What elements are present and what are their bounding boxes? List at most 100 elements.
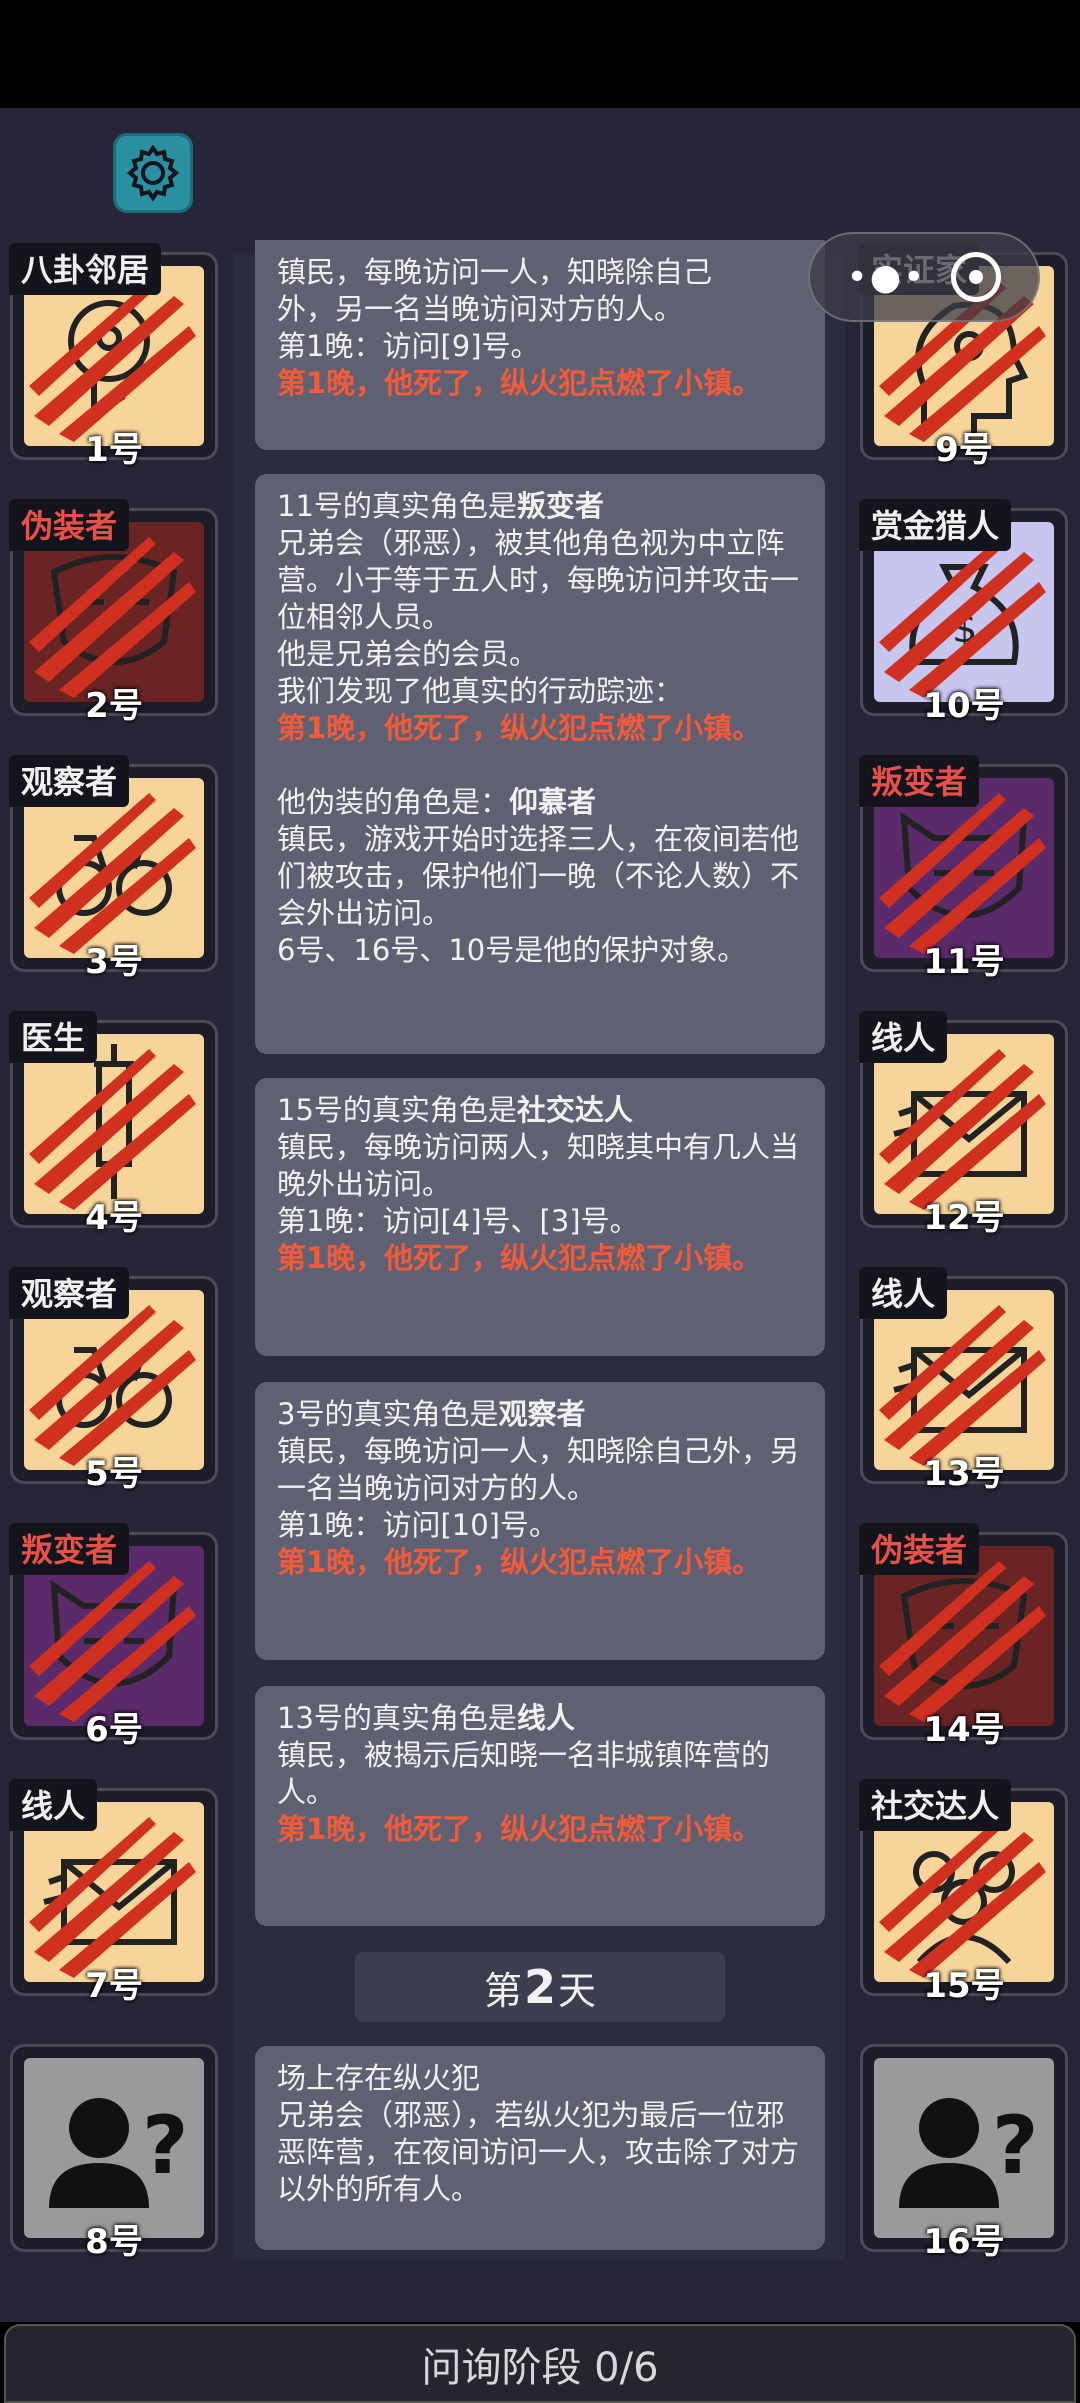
log-heading-role: 仰慕者 xyxy=(509,785,597,819)
role-label: 观察者 xyxy=(9,1267,130,1319)
log-message: 15号的真实角色是社交达人 镇民，每晚访问两人，知晓其中有几人当晚外出访问。 第… xyxy=(255,1078,825,1356)
player-portrait: ? xyxy=(24,2058,204,2238)
role-label: 叛变者 xyxy=(9,1523,130,1575)
player-number: 2号 xyxy=(85,686,143,726)
player-card-4[interactable]: 医生 4号 xyxy=(9,1011,218,1238)
log-heading-role: 线人 xyxy=(516,1701,575,1735)
player-card-16[interactable]: ? 16号 xyxy=(860,2044,1068,2262)
log-text: 镇民，游戏开始时选择三人，在夜间若他们被攻击，保护他们一晚（不论人数）不会外出访… xyxy=(277,822,800,930)
player-card-15[interactable]: 社交达人 15号 xyxy=(859,1779,1068,2006)
player-card-8[interactable]: ? 8号 xyxy=(10,2044,218,2262)
player-card-11[interactable]: 叛变者 11号 xyxy=(859,755,1068,982)
player-card-1[interactable]: 八卦邻居 1号 xyxy=(9,243,218,470)
player-number: 7号 xyxy=(85,1966,143,2006)
player-number: 12号 xyxy=(923,1198,1005,1238)
log-heading: 15号的真实角色是社交达人 xyxy=(277,1092,803,1129)
role-label: 线人 xyxy=(9,1779,98,1831)
player-card-12[interactable]: 线人 12号 xyxy=(859,1011,1068,1238)
gear-icon xyxy=(126,144,180,202)
log-heading-prefix: 3号的真实角色是 xyxy=(277,1397,499,1431)
player-number: 5号 xyxy=(85,1454,143,1494)
log-death-text: 第1晚，他死了，纵火犯点燃了小镇。 xyxy=(277,1241,762,1275)
log-text: 他是兄弟会的会员。 xyxy=(277,637,539,671)
player-number: 10号 xyxy=(923,686,1005,726)
settings-button[interactable] xyxy=(113,133,193,213)
role-label: 医生 xyxy=(9,1011,98,1063)
role-label: 社交达人 xyxy=(859,1779,1012,1831)
role-label: 线人 xyxy=(859,1267,948,1319)
log-heading: 3号的真实角色是观察者 xyxy=(277,1396,803,1433)
log-text: 6号、16号、10号是他的保护对象。 xyxy=(277,933,747,967)
player-number: 3号 xyxy=(85,942,143,982)
day-suffix: 天 xyxy=(558,1968,597,2013)
player-card-6[interactable]: 叛变者 6号 xyxy=(9,1523,218,1750)
player-number: 6号 xyxy=(85,1710,143,1750)
svg-text:?: ? xyxy=(142,2099,188,2192)
log-text: 场上存在纵火犯 xyxy=(277,2061,481,2095)
day-divider: 第2天 xyxy=(355,1952,725,2022)
player-number: 15号 xyxy=(923,1966,1005,2006)
unknown-person-icon: ? xyxy=(899,2098,1038,2208)
player-number: 8号 xyxy=(85,2222,143,2262)
player-card-13[interactable]: 线人 13号 xyxy=(859,1267,1068,1494)
player-number: 13号 xyxy=(923,1454,1005,1494)
status-bar xyxy=(0,0,1080,108)
player-number: 14号 xyxy=(923,1710,1005,1750)
log-message: 11号的真实角色是叛变者 兄弟会（邪恶），被其他角色视为中立阵营。小于等于五人时… xyxy=(255,474,825,1054)
player-card-7[interactable]: 线人 7号 xyxy=(9,1779,218,2006)
player-card-3[interactable]: 观察者 3号 xyxy=(9,755,218,982)
log-text: 镇民，每晚访问一人，知晓除自己 xyxy=(277,255,713,289)
log-heading: 13号的真实角色是线人 xyxy=(277,1700,803,1737)
role-label: 伪装者 xyxy=(9,499,130,551)
log-text: 外，另一名当晚访问对方的人。 xyxy=(277,292,684,326)
log-death-text: 第1晚，他死了，纵火犯点燃了小镇。 xyxy=(277,1545,762,1579)
svg-text:?: ? xyxy=(992,2099,1038,2192)
role-label: 观察者 xyxy=(9,755,130,807)
player-number: 4号 xyxy=(85,1198,143,1238)
log-message: 3号的真实角色是观察者 镇民，每晚访问一人，知晓除自己外，另一名当晚访问对方的人… xyxy=(255,1382,825,1660)
phase-indicator: 问询阶段 0/6 xyxy=(4,2324,1076,2403)
log-text: 我们发现了他真实的行动踪迹： xyxy=(277,674,684,708)
player-number: 1号 xyxy=(85,430,143,470)
day-prefix: 第 xyxy=(483,1968,522,2013)
player-number: 9号 xyxy=(935,430,993,470)
role-label: 赏金猎人 xyxy=(859,499,1012,551)
role-label: 八卦邻居 xyxy=(9,243,162,295)
player-portrait: ? xyxy=(874,2058,1054,2238)
player-card-5[interactable]: 观察者 5号 xyxy=(9,1267,218,1494)
log-heading: 他伪装的角色是：仰慕者 xyxy=(277,784,803,821)
log-heading: 11号的真实角色是叛变者 xyxy=(277,488,803,525)
log-message: 13号的真实角色是线人 镇民，被揭示后知晓一名非城镇阵营的人。 第1晚，他死了，… xyxy=(255,1686,825,1926)
log-death-text: 第1晚，他死了，纵火犯点燃了小镇。 xyxy=(277,1812,762,1846)
log-death-text: 第1晚，他死了，纵火犯点燃了小镇。 xyxy=(277,711,762,745)
log-death-text: 第1晚，他死了，纵火犯点燃了小镇。 xyxy=(277,366,762,400)
log-heading-prefix: 15号的真实角色是 xyxy=(277,1093,517,1127)
day-number: 2 xyxy=(523,1960,556,2014)
role-label: 叛变者 xyxy=(859,755,980,807)
log-text: 镇民，每晚访问一人，知晓除自己外，另一名当晚访问对方的人。 xyxy=(277,1434,800,1505)
mini-program-capsule[interactable]: •●• xyxy=(808,232,1040,322)
log-text: 第1晚：访问[4]号、[3]号。 xyxy=(277,1204,639,1238)
log-heading-prefix: 他伪装的角色是： xyxy=(277,785,510,819)
player-card-2[interactable]: 伪装者 2号 xyxy=(9,499,218,726)
target-close-icon[interactable] xyxy=(951,252,1002,302)
log-text: 第1晚：访问[10]号。 xyxy=(277,1508,558,1542)
log-text: 兄弟会（邪恶），若纵火犯为最后一位邪恶阵营，在夜间访问一人，攻击除了对方以外的所… xyxy=(277,2098,800,2206)
log-text: 兄弟会（邪恶），被其他角色视为中立阵营。小于等于五人时，每晚访问并攻击一位相邻人… xyxy=(277,526,800,634)
log-text: 第1晚：访问[9]号。 xyxy=(277,329,540,363)
more-dots-icon[interactable]: •●• xyxy=(847,257,927,298)
log-message: 场上存在纵火犯 兄弟会（邪恶），若纵火犯为最后一位邪恶阵营，在夜间访问一人，攻击… xyxy=(255,2046,825,2250)
log-text: 镇民，被揭示后知晓一名非城镇阵营的人。 xyxy=(277,1738,771,1809)
role-label: 伪装者 xyxy=(859,1523,980,1575)
log-message: 镇民，每晚访问一人，知晓除自己 外，另一名当晚访问对方的人。 第1晚：访问[9]… xyxy=(255,240,825,450)
player-card-14[interactable]: 伪装者 14号 xyxy=(859,1523,1068,1750)
player-number: 16号 xyxy=(923,2222,1005,2262)
player-card-10[interactable]: $ 赏金猎人 10号 xyxy=(859,499,1068,726)
player-number: 11号 xyxy=(923,942,1005,982)
role-label: 线人 xyxy=(859,1011,948,1063)
log-heading-role: 社交达人 xyxy=(516,1093,633,1127)
log-heading-role: 叛变者 xyxy=(516,489,604,523)
log-heading-role: 观察者 xyxy=(498,1397,586,1431)
log-heading-prefix: 11号的真实角色是 xyxy=(277,489,517,523)
log-heading-prefix: 13号的真实角色是 xyxy=(277,1701,517,1735)
